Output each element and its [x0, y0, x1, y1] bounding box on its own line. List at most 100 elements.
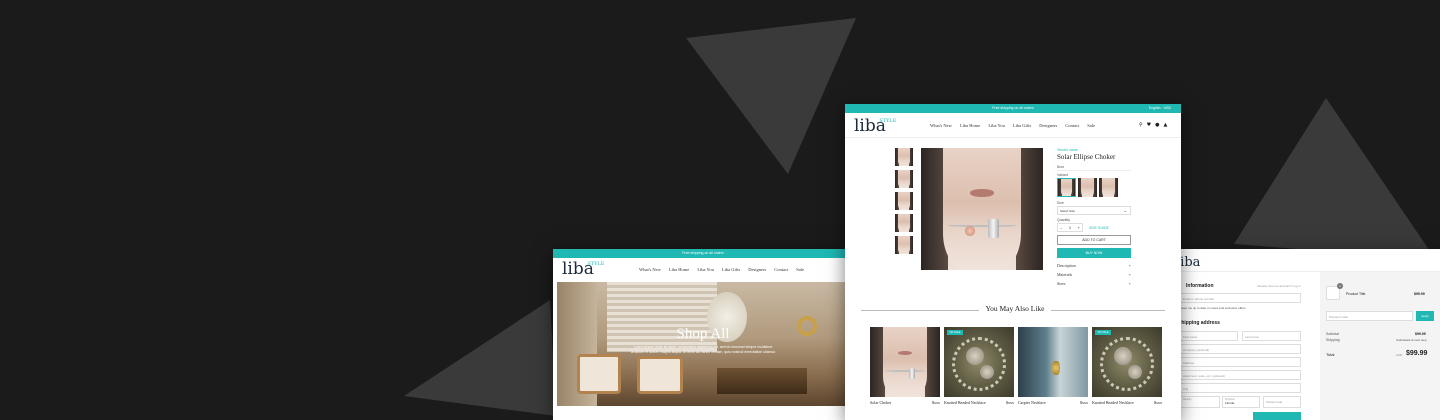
nav-liba-you[interactable]: Liba You [697, 267, 714, 272]
accordion-materials[interactable]: Materials + [1057, 272, 1131, 277]
country-select[interactable]: Country [1180, 396, 1220, 408]
size-label: Size [1057, 201, 1064, 205]
search-icon[interactable]: ⚲ [1139, 122, 1143, 128]
plus-icon[interactable]: + [1078, 225, 1080, 230]
hero-text-1: Lorem ipsum dolor sit amet, consectetur … [633, 345, 773, 349]
product-title: Solar Ellipse Choker [1057, 153, 1116, 161]
nav-whats-new[interactable]: What's New [639, 267, 661, 272]
nav-sale[interactable]: Sale [1087, 123, 1095, 128]
hero-chair-1 [577, 354, 621, 394]
quantity-stepper[interactable]: – 1 + [1057, 223, 1083, 232]
first-name-field[interactable]: First name [1180, 331, 1238, 341]
province-value: Florida [1225, 401, 1235, 405]
product-card-image [944, 327, 1014, 397]
bg-triangle-right [1234, 98, 1436, 260]
continue-button[interactable] [1253, 412, 1301, 420]
plus-icon: + [1128, 272, 1131, 277]
quantity-badge: 1 [1337, 283, 1343, 289]
logo-sub: STYLE [879, 118, 897, 124]
plus-icon: + [1128, 263, 1131, 268]
minus-icon[interactable]: – [1060, 225, 1062, 230]
address-field[interactable]: Address [1180, 357, 1301, 367]
quantity-value: 1 [1068, 225, 1072, 230]
product-topbar: Free shipping on all orders English · US… [845, 104, 1181, 113]
product-nav: What's New Liba Home Liba You Liba Gifts… [930, 123, 1095, 128]
bg-triangle-top [686, 18, 856, 174]
shipping-label: Shipping [1326, 338, 1340, 342]
variant-swatch-3[interactable] [1099, 178, 1118, 197]
product-logo[interactable]: liba STYLE [854, 117, 908, 139]
account-icon[interactable]: ● [1155, 122, 1159, 128]
subtotal-label: Subtotal [1326, 332, 1339, 336]
sale-badge: ON SALE [1095, 330, 1111, 335]
thumb-5[interactable] [895, 236, 913, 254]
have-account-link[interactable]: Already have an account? Log in [1257, 284, 1301, 288]
hero-chair-2 [637, 356, 683, 394]
cart-icon[interactable]: ▲ [1164, 122, 1168, 128]
hero-text-2: ut labore et dolore magna aliqua. Ut eni… [630, 350, 776, 354]
nav-liba-home[interactable]: Liba Home [669, 267, 689, 272]
nav-contact[interactable]: Contact [774, 267, 788, 272]
accordion-sizes[interactable]: Sizes + [1057, 281, 1131, 286]
last-name-field[interactable]: Last name [1242, 331, 1301, 341]
email-field[interactable]: Email or phone number [1180, 293, 1301, 303]
thumb-3[interactable] [895, 192, 913, 210]
hero-table [717, 368, 807, 394]
heart-icon[interactable]: ♥ [1147, 122, 1151, 128]
nav-whats-new[interactable]: What's New [930, 123, 952, 128]
product-card-image [1018, 327, 1088, 397]
total-value: $99.99 [1406, 350, 1428, 357]
city-field[interactable]: City [1180, 383, 1301, 393]
product-card-name: Carpter Necklace [1018, 400, 1046, 405]
language-selector[interactable]: English · USD [1149, 104, 1171, 113]
nav-designers[interactable]: Designers [1039, 123, 1057, 128]
quantity-label: Quantity [1057, 218, 1071, 222]
total-currency: CAD [1396, 353, 1403, 357]
product-card[interactable]: ON SALE Knotted Beaded Necklace $xxx [1092, 327, 1162, 415]
product-card-price: $xxx [1006, 400, 1014, 405]
thumb-4[interactable] [895, 214, 913, 232]
item-title: Product Title [1346, 292, 1366, 296]
product-card-price: $xxx [1080, 400, 1088, 405]
item-price: $99.99 [1414, 292, 1425, 296]
buy-now-button[interactable]: BUY NOW [1057, 248, 1131, 258]
discount-field[interactable]: Discount code [1326, 311, 1413, 321]
product-card[interactable]: Solar Choker $xxx [870, 327, 940, 415]
add-to-cart-button[interactable]: ADD TO CART [1057, 235, 1131, 245]
apartment-field[interactable]: Apartment, suite, etc. (optional) [1180, 370, 1301, 380]
plus-icon: + [1128, 281, 1131, 286]
newsletter-checkbox[interactable]: Keep me up to date on news and exclusive… [1180, 306, 1246, 310]
nav-liba-gifts[interactable]: Liba Gifts [722, 267, 740, 272]
product-price: $xxx [1057, 165, 1065, 169]
postal-field[interactable]: Postal Code [1263, 396, 1301, 408]
nav-contact[interactable]: Contact [1065, 123, 1079, 128]
thumb-2[interactable] [895, 170, 913, 188]
shop-topbar: Free shipping on all orders [553, 249, 853, 258]
related-title: You May Also Like [985, 304, 1045, 313]
shop-logo[interactable]: liba STYLE [562, 260, 616, 282]
product-card[interactable]: ON SALE Knotted Beaded Necklace $xxx [944, 327, 1014, 415]
chevron-down-icon: ⌄ [1123, 208, 1127, 213]
main-product-image[interactable] [921, 148, 1043, 270]
nav-sale[interactable]: Sale [796, 267, 804, 272]
company-field[interactable]: Company (optional) [1180, 344, 1301, 354]
thumb-1[interactable] [895, 148, 913, 166]
size-guide-link[interactable]: SIZE GUIDE [1089, 226, 1109, 230]
shop-window: Free shipping on all orders liba STYLE W… [553, 249, 853, 420]
country-label: Country [1183, 398, 1192, 401]
nav-designers[interactable]: Designers [748, 267, 766, 272]
accordion-description[interactable]: Description + [1057, 263, 1131, 268]
province-select[interactable]: Province Florida [1222, 396, 1260, 408]
size-select[interactable]: Select Size ⌄ [1057, 206, 1131, 215]
nav-liba-you[interactable]: Liba You [988, 123, 1005, 128]
nav-liba-gifts[interactable]: Liba Gifts [1013, 123, 1031, 128]
apply-button[interactable]: Apply [1416, 311, 1434, 321]
variant-swatch-1[interactable] [1057, 178, 1076, 197]
vendor-name[interactable]: Vendor name [1057, 148, 1078, 152]
product-card[interactable]: Carpter Necklace $xxx [1018, 327, 1088, 415]
product-card-name: Knotted Beaded Necklace [1092, 400, 1134, 405]
header-divider [845, 137, 1181, 138]
checkout-window: liba Information Already have an account… [1150, 249, 1440, 420]
nav-liba-home[interactable]: Liba Home [960, 123, 980, 128]
variant-swatch-2[interactable] [1078, 178, 1097, 197]
